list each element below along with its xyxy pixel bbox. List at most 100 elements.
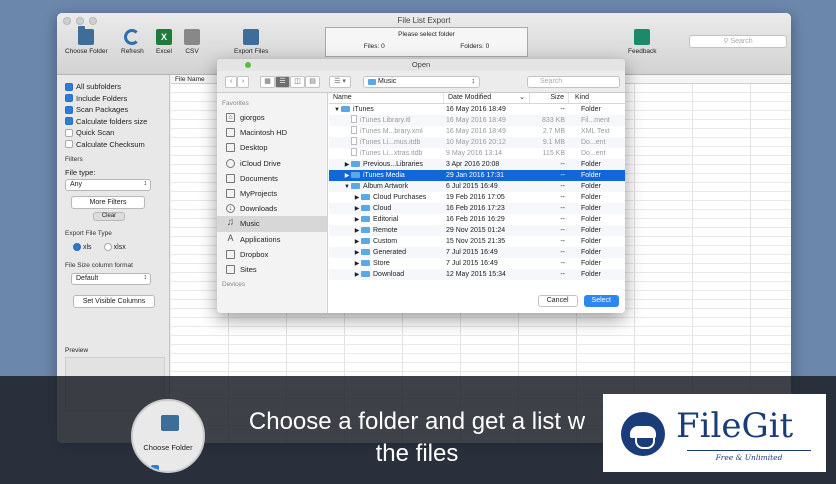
export-files-button[interactable]: Export Files — [234, 29, 268, 55]
arrange-button[interactable]: ☰ ▾ — [329, 76, 351, 88]
file-type-select[interactable]: Any — [65, 179, 151, 191]
disk-icon — [226, 128, 235, 138]
banner-line-2: the files — [375, 440, 459, 467]
radio-unselected[interactable] — [103, 243, 112, 251]
checkbox-checked[interactable] — [65, 82, 73, 91]
home-icon: ⌂ — [226, 113, 235, 123]
calculate-folders-size-checkbox[interactable]: Calculate folders size — [65, 116, 169, 128]
checkbox-checked[interactable] — [65, 117, 73, 126]
sidebar-item-myprojects[interactable]: MyProjects — [217, 186, 327, 201]
disclosure-open-icon[interactable]: ▼ — [343, 182, 351, 192]
row-size: 833 KB — [542, 117, 565, 124]
sidebar-item-sites[interactable]: Sites — [217, 262, 327, 277]
list-item[interactable]: ▶ Store 7 Jul 2015 16:49 -- Folder — [329, 258, 625, 269]
disclosure-closed-icon[interactable]: ▶ — [353, 215, 361, 225]
disclosure-closed-icon[interactable]: ▶ — [353, 226, 361, 236]
more-filters-button[interactable]: More Filters — [71, 196, 145, 209]
excel-button[interactable]: X Excel — [156, 29, 172, 55]
csv-button[interactable]: CSV — [184, 29, 200, 55]
row-name: iTunes Li...xtras.itdb — [360, 150, 423, 157]
sidebar-item-documents[interactable]: Documents — [217, 171, 327, 186]
row-name: Generated — [373, 249, 407, 256]
documents-icon — [226, 173, 235, 183]
location-select[interactable]: Music — [363, 76, 480, 88]
list-item[interactable]: iTunes Li...mus.itdb 10 May 2016 20:12 9.1… — [329, 137, 625, 148]
list-item[interactable]: ▶ Cloud 16 Feb 2016 17:23 -- Folder — [329, 203, 625, 214]
icon-view-button[interactable]: ▦ — [260, 76, 275, 88]
list-item[interactable]: ▶ Remote 29 Nov 2015 01:24 -- Folder — [329, 225, 625, 236]
folder-icon — [361, 205, 370, 211]
calculate-checksum-checkbox[interactable]: Calculate Checksum — [65, 139, 169, 151]
row-date: 6 Jul 2015 16:49 — [446, 183, 498, 190]
search-input[interactable]: ⚲ Search — [689, 35, 787, 48]
disclosure-closed-icon[interactable]: ▶ — [353, 193, 361, 203]
disclosure-closed-icon[interactable]: ▶ — [353, 237, 361, 247]
radio-selected[interactable] — [73, 243, 81, 251]
disclosure-closed-icon[interactable]: ▶ — [353, 270, 361, 280]
select-button[interactable]: Select — [583, 295, 619, 307]
column-header-date[interactable]: Date Modified ⌄ — [444, 93, 530, 103]
size-format-select[interactable]: Default — [71, 273, 151, 285]
clear-button[interactable]: Clear — [93, 212, 125, 221]
excel-icon: X — [156, 29, 172, 45]
include-folders-checkbox[interactable]: Include Folders — [65, 93, 169, 105]
list-view-button[interactable]: ☰ — [275, 76, 290, 88]
row-date: 16 May 2016 18:49 — [446, 128, 506, 135]
checkbox-unchecked[interactable] — [65, 128, 73, 137]
column-header-name[interactable]: Name — [329, 93, 444, 103]
list-item[interactable]: ▶ Previous...Libraries 3 Apr 2016 20:08 -- F… — [329, 159, 625, 170]
option-label: Quick Scan — [76, 128, 115, 138]
list-item[interactable]: iTunes M...brary.xml 16 May 2016 18:49 2.7… — [329, 126, 625, 137]
list-item[interactable]: ▼ iTunes 16 May 2016 18:49 -- Folder — [329, 104, 625, 115]
dialog-search-input[interactable]: Search — [527, 76, 620, 88]
xlsx-radio[interactable]: xlsx — [103, 243, 126, 251]
sidebar-item-dropbox[interactable]: Dropbox — [217, 247, 327, 262]
disclosure-closed-icon[interactable]: ▶ — [353, 248, 361, 258]
scan-packages-checkbox[interactable]: Scan Packages — [65, 104, 169, 116]
csv-label: CSV — [185, 48, 199, 55]
list-item[interactable]: iTunes Library.itl 16 May 2016 18:49 833 K… — [329, 115, 625, 126]
list-item[interactable]: ▶ Download 12 May 2015 15:34 -- Folder — [329, 269, 625, 280]
quick-scan-checkbox[interactable]: Quick Scan — [65, 127, 169, 139]
list-item[interactable]: ▶ Custom 15 Nov 2015 21:35 -- Folder — [329, 236, 625, 247]
sidebar-item-music[interactable]: ♫ Music — [217, 216, 327, 232]
file-rows: ▼ iTunes 16 May 2016 18:49 -- Folder iTunes L… — [329, 104, 625, 280]
list-item[interactable]: ▶ Editorial 16 Feb 2016 16:29 -- Folder — [329, 214, 625, 225]
sidebar-item-giorgos[interactable]: ⌂ giorgos — [217, 110, 327, 125]
dialog-zoom-button[interactable] — [245, 62, 251, 68]
list-item[interactable]: ▶ Cloud Purchases 19 Feb 2016 17:05 -- Folde… — [329, 192, 625, 203]
set-visible-columns-button[interactable]: Set Visible Columns — [73, 295, 155, 308]
forward-button[interactable]: › — [237, 76, 249, 88]
feedback-button[interactable]: Feedback — [628, 29, 657, 55]
list-item[interactable]: ▼ Album Artwork 6 Jul 2015 16:49 -- Folder — [329, 181, 625, 192]
disclosure-closed-icon[interactable]: ▶ — [353, 259, 361, 269]
sidebar-item-downloads[interactable]: ↓ Downloads — [217, 201, 327, 216]
sidebar-item-icloud-drive[interactable]: iCloud Drive — [217, 156, 327, 171]
cancel-button[interactable]: Cancel — [537, 295, 578, 307]
sidebar-item-applications[interactable]: A Applications — [217, 232, 327, 247]
checkbox-unchecked[interactable] — [65, 140, 73, 149]
column-header-kind[interactable]: Kind — [569, 93, 624, 103]
desktop-icon — [226, 143, 235, 153]
disclosure-closed-icon[interactable]: ▶ — [353, 204, 361, 214]
checkbox-checked[interactable] — [65, 105, 73, 114]
xls-radio[interactable]: xls — [73, 243, 92, 251]
list-item[interactable]: ▶ Generated 7 Jul 2015 16:49 -- Folder — [329, 247, 625, 258]
disclosure-closed-icon[interactable]: ▶ — [343, 171, 351, 181]
column-header-size[interactable]: Size — [530, 93, 569, 103]
checkbox-checked[interactable] — [65, 94, 73, 103]
row-name-cell: ▶ Editorial — [329, 214, 444, 225]
cover-flow-button[interactable]: ▤ — [305, 76, 320, 88]
sidebar-item-label: Documents — [240, 173, 278, 183]
list-item[interactable]: iTunes Li...xtras.itdb 9 May 2016 13:14 11… — [329, 148, 625, 159]
list-item[interactable]: ▶ iTunes Media 29 Jan 2016 17:31 -- Folder — [329, 170, 625, 181]
all-subfolders-checkbox[interactable]: All subfolders — [65, 81, 169, 93]
sidebar-item-macintosh-hd[interactable]: Macintosh HD — [217, 125, 327, 140]
disclosure-open-icon[interactable]: ▼ — [333, 105, 341, 115]
refresh-button[interactable]: Refresh — [121, 29, 144, 55]
sidebar-item-desktop[interactable]: Desktop — [217, 140, 327, 155]
back-button[interactable]: ‹ — [225, 76, 237, 88]
choose-folder-button[interactable]: Choose Folder — [65, 26, 108, 55]
disclosure-closed-icon[interactable]: ▶ — [343, 160, 351, 170]
column-view-button[interactable]: ◫ — [290, 76, 305, 88]
